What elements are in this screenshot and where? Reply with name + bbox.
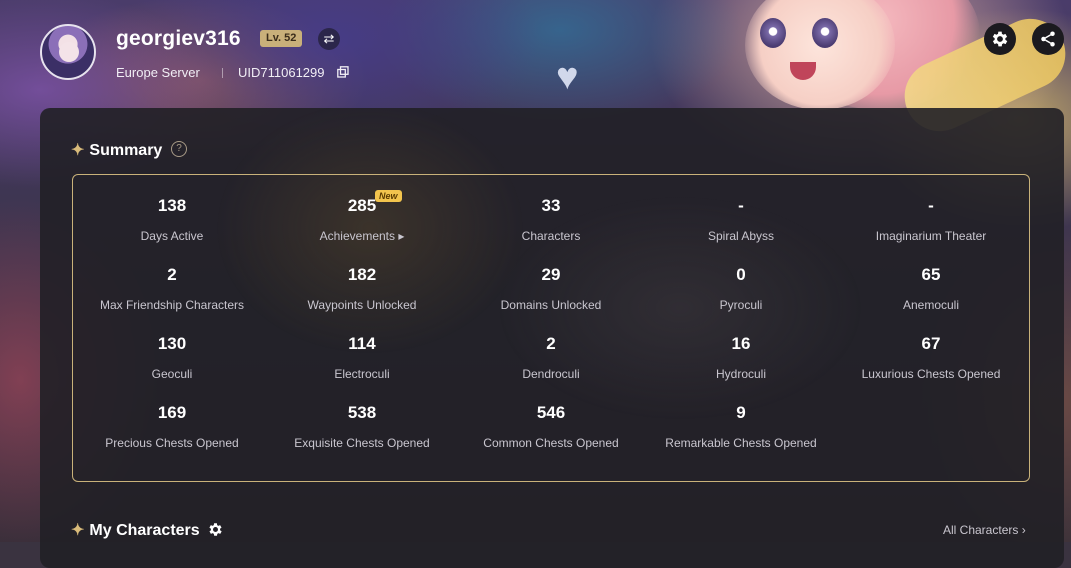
stat-value: 138 [157, 196, 187, 215]
server-label: Europe Server [116, 65, 200, 80]
stat-value: 65 [921, 265, 941, 284]
stat-value: 182 [347, 265, 377, 284]
stat-geoculi: 130 Geoculi [77, 334, 267, 381]
stat-common-chests: 546 Common Chests Opened [456, 403, 646, 450]
my-characters-heading: ✦ My Characters [71, 520, 200, 540]
stat-spiral-abyss: - Spiral Abyss [646, 196, 836, 243]
username: georgiev316 [116, 27, 241, 50]
stat-value: 546 [536, 403, 566, 422]
stat-imaginarium-theater: - Imaginarium Theater [836, 196, 1026, 243]
stat-luxurious-chests: 67 Luxurious Chests Opened [836, 334, 1026, 381]
settings-button[interactable] [984, 23, 1016, 55]
stat-domains: 29 Domains Unlocked [456, 265, 646, 312]
stat-anemoculi: 65 Anemoculi [836, 265, 1026, 312]
uid-label: UID711061299 [238, 65, 325, 80]
switch-account-button[interactable]: ⇄ [318, 28, 340, 50]
stat-value: 2 [167, 265, 177, 284]
stat-electroculi: 114 Electroculi [267, 334, 457, 381]
stat-waypoints: 182 Waypoints Unlocked [267, 265, 457, 312]
stat-label: Max Friendship Characters [99, 298, 245, 312]
stat-pyroculi: 0 Pyroculi [646, 265, 836, 312]
stat-value: - [928, 196, 934, 215]
stat-value: - [738, 196, 744, 215]
stat-label: Precious Chests Opened [105, 436, 239, 450]
stat-value: 33 [541, 196, 561, 215]
stat-days-active: 138 Days Active [77, 196, 267, 243]
all-characters-link[interactable]: All Characters › [943, 523, 1026, 537]
stat-label: Common Chests Opened [483, 436, 619, 450]
summary-title: Summary [89, 142, 163, 159]
stat-value: 0 [736, 265, 746, 284]
stat-value: 9 [736, 403, 746, 422]
stat-value: 2 [546, 334, 556, 353]
stat-label: Pyroculi [719, 298, 763, 312]
stat-label: Electroculi [334, 367, 390, 381]
stat-label: Spiral Abyss [707, 229, 775, 243]
question-icon[interactable]: ? [171, 141, 187, 157]
my-characters-title: My Characters [89, 522, 200, 539]
stat-label: Geoculi [151, 367, 193, 381]
stat-label: Hydroculi [715, 367, 766, 381]
sparkle-icon: ✦ [71, 522, 85, 539]
level-badge: Lv. 52 [260, 30, 303, 47]
stat-value: 130 [157, 334, 187, 353]
stat-remarkable-chests: 9 Remarkable Chests Opened [646, 403, 836, 450]
stat-value: 538 [347, 403, 377, 422]
stat-label: Luxurious Chests Opened [861, 367, 1001, 381]
copy-icon[interactable] [337, 66, 349, 78]
stat-value: 285 [347, 196, 377, 215]
stat-characters: 33 Characters [456, 196, 646, 243]
stat-value: 169 [157, 403, 187, 422]
stat-max-friendship: 2 Max Friendship Characters [77, 265, 267, 312]
summary-stats-box: 138 Days Active 285 New Achievements ▸ 3… [72, 174, 1030, 482]
stat-label: Exquisite Chests Opened [294, 436, 430, 450]
stat-value: 114 [348, 334, 376, 353]
stat-value: 16 [731, 334, 751, 353]
divider [222, 68, 223, 78]
gear-icon [992, 31, 1008, 47]
stat-label: Anemoculi [902, 298, 960, 312]
stat-value: 29 [541, 265, 561, 284]
stat-label: Imaginarium Theater [875, 229, 987, 243]
stat-label: Remarkable Chests Opened [665, 436, 817, 450]
swap-arrows-icon: ⇄ [323, 31, 335, 46]
new-badge: New [375, 190, 402, 202]
stat-label: Waypoints Unlocked [307, 298, 417, 312]
stat-label[interactable]: Achievements ▸ [267, 229, 457, 243]
share-icon [1041, 31, 1055, 47]
stat-precious-chests: 169 Precious Chests Opened [77, 403, 267, 450]
gear-icon[interactable] [207, 521, 224, 538]
stat-label: Characters [521, 229, 581, 243]
stat-label: Domains Unlocked [500, 298, 602, 312]
stat-label: Days Active [140, 229, 204, 243]
stat-value: 67 [921, 334, 941, 353]
avatar[interactable] [40, 24, 96, 80]
share-button[interactable] [1032, 23, 1064, 55]
summary-heading: ✦ Summary [71, 140, 162, 160]
stat-exquisite-chests: 538 Exquisite Chests Opened [267, 403, 457, 450]
stat-label: Dendroculi [522, 367, 580, 381]
stat-achievements[interactable]: 285 New Achievements ▸ [267, 190, 457, 243]
sparkle-icon: ✦ [71, 142, 85, 159]
stat-hydroculi: 16 Hydroculi [646, 334, 836, 381]
stat-dendroculi: 2 Dendroculi [456, 334, 646, 381]
